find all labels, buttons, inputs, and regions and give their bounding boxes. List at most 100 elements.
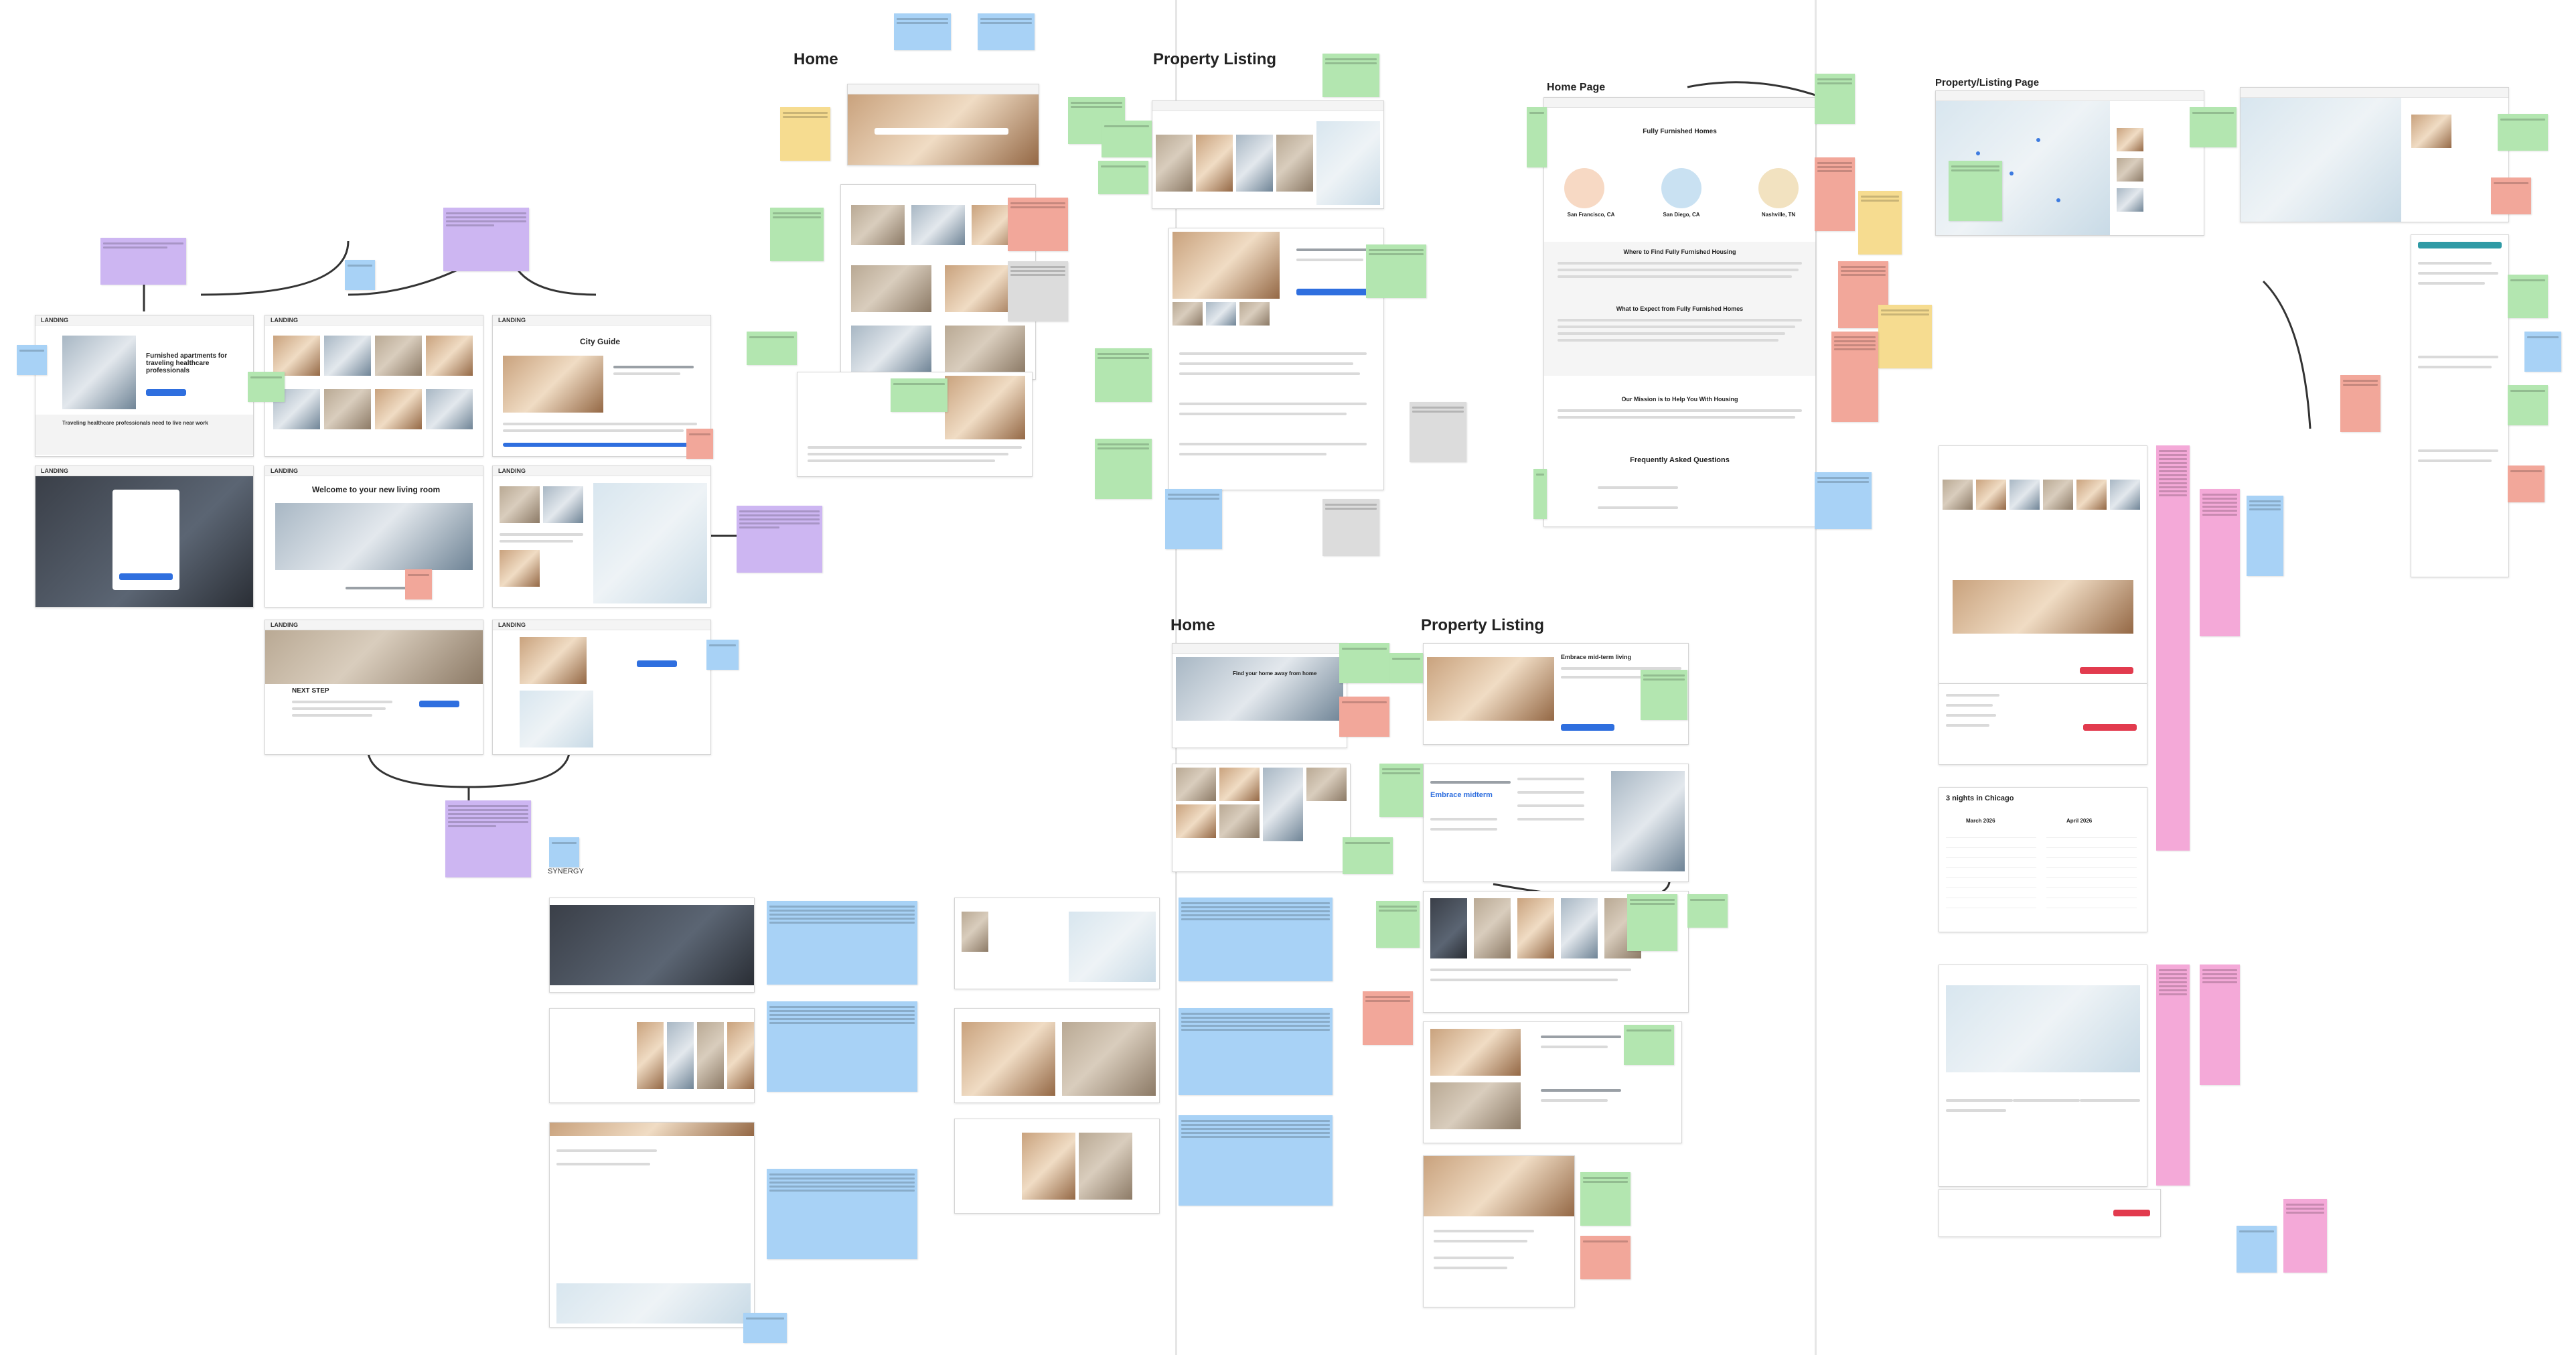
home-page-title: Fully Furnished Homes — [1643, 128, 1717, 135]
sticky-note — [978, 13, 1035, 50]
sticky-note — [1624, 1025, 1674, 1065]
city-guide-heading: City Guide — [580, 337, 621, 346]
listing-page-map-2 — [2240, 87, 2509, 222]
sticky-note — [1878, 305, 1932, 368]
listing-page-gallery — [1939, 445, 2147, 685]
home-b-hero: Find your home away from home — [1172, 643, 1347, 748]
sticky-note — [1095, 348, 1152, 402]
sticky-note — [549, 837, 579, 867]
sticky-note — [767, 901, 917, 985]
frame-label: LANDING — [498, 317, 526, 324]
home-page-frame: Fully Furnished Homes San Francisco, CA … — [1543, 97, 1816, 527]
sticky-note — [1815, 157, 1855, 231]
sticky-note — [1389, 653, 1423, 683]
synergy-frame-1 — [549, 898, 755, 993]
sticky-note — [1322, 499, 1379, 556]
listing-b-title: Embrace midterm — [1430, 791, 1493, 799]
sticky-note — [1102, 121, 1152, 157]
section-label-home-page: Home Page — [1547, 82, 1606, 93]
sticky-note — [1179, 1115, 1333, 1206]
section-label-home: Home — [793, 50, 838, 68]
sticky-note-column — [2200, 489, 2240, 636]
section-label-property-listing: Property Listing — [1153, 50, 1277, 68]
sticky-note — [2247, 496, 2283, 576]
listing-page-footer — [1939, 1189, 2161, 1237]
city-2: San Diego, CA — [1663, 212, 1700, 218]
sticky-note — [1580, 1236, 1631, 1279]
sticky-note — [1095, 439, 1152, 499]
sticky-note — [1641, 670, 1687, 720]
synergy-frame-6 — [954, 1119, 1160, 1214]
listing-frame-detail — [1168, 228, 1384, 490]
faq-title: Frequently Asked Questions — [1630, 456, 1730, 464]
sticky-note — [1527, 107, 1547, 167]
frame-label: LANDING — [498, 468, 526, 474]
sticky-note — [2508, 275, 2548, 318]
sticky-note — [445, 800, 531, 877]
sticky-note — [1008, 261, 1068, 322]
sticky-note — [1687, 894, 1728, 928]
sticky-note — [743, 1313, 787, 1343]
sticky-note — [2498, 114, 2548, 151]
calendar-title: 3 nights in Chicago — [1946, 794, 2014, 802]
sticky-note — [2283, 1199, 2327, 1273]
city-1: San Francisco, CA — [1567, 212, 1615, 218]
listing-page-sidebar — [2411, 234, 2509, 577]
synergy-frame-4 — [954, 898, 1160, 989]
sticky-note — [1339, 697, 1389, 737]
synergy-label: SYNERGY — [548, 867, 584, 875]
sticky-note-column — [2156, 965, 2190, 1186]
whiteboard-canvas: LANDING Furnished apartments for traveli… — [0, 0, 2576, 1355]
sticky-note — [1379, 764, 1423, 817]
landing-frame-1: LANDING Furnished apartments for traveli… — [35, 315, 254, 457]
sticky-note — [767, 1169, 917, 1259]
sticky-note — [1410, 402, 1466, 462]
sticky-note — [1366, 244, 1426, 298]
sticky-note — [891, 378, 948, 412]
sticky-note-column — [2200, 965, 2240, 1085]
home-page-section-2: What to Expect from Fully Furnished Home… — [1616, 305, 1744, 312]
sticky-note — [443, 208, 529, 271]
listing-page-calendar: 3 nights in Chicago March 2026 April 202… — [1939, 787, 2147, 932]
sticky-note — [2190, 107, 2237, 147]
listing-page-amenities — [1939, 683, 2147, 765]
sticky-note — [770, 208, 824, 261]
sticky-note — [1627, 894, 1677, 951]
home-b-heading: Find your home away from home — [1233, 670, 1317, 676]
synergy-frame-3 — [549, 1122, 755, 1328]
sticky-note — [686, 429, 713, 459]
home-frame-hero — [847, 84, 1039, 165]
section-label-listing-page: Property/Listing Page — [1935, 77, 2040, 88]
frame-label: LANDING — [271, 468, 298, 474]
sticky-note — [1179, 898, 1333, 981]
featured-title: Embrace mid-term living — [1561, 654, 1632, 660]
listing-frame-hero — [1152, 100, 1384, 209]
sticky-note — [2508, 385, 2548, 425]
sticky-note — [345, 260, 375, 290]
sticky-note — [2524, 332, 2561, 372]
sticky-note — [17, 345, 47, 375]
sticky-note — [894, 13, 951, 50]
sticky-note — [1376, 901, 1420, 948]
sticky-note — [780, 107, 830, 161]
landing-frame-6: LANDING — [492, 466, 711, 608]
listing-b-detail: Embrace midterm — [1423, 764, 1689, 882]
sticky-note — [1580, 1172, 1631, 1226]
landing-hero-heading: Furnished apartments for traveling healt… — [146, 352, 228, 374]
sticky-note-column — [2156, 445, 2190, 851]
sticky-note — [1322, 54, 1379, 97]
landing-frame-3: LANDING City Guide — [492, 315, 711, 457]
sticky-note — [2237, 1226, 2277, 1273]
next-step-heading: NEXT STEP — [292, 687, 329, 695]
sticky-note — [1533, 469, 1547, 519]
sticky-note — [1339, 643, 1389, 683]
frame-label: LANDING — [271, 622, 298, 628]
sticky-note — [1008, 198, 1068, 251]
sticky-note — [2340, 375, 2380, 432]
listing-page-location — [1939, 965, 2147, 1187]
landing-subtext: Traveling healthcare professionals need … — [62, 420, 208, 426]
frame-label: LANDING — [271, 317, 298, 324]
sticky-note — [1949, 161, 2002, 221]
sticky-note — [2491, 177, 2531, 214]
frame-label: LANDING — [41, 317, 68, 324]
